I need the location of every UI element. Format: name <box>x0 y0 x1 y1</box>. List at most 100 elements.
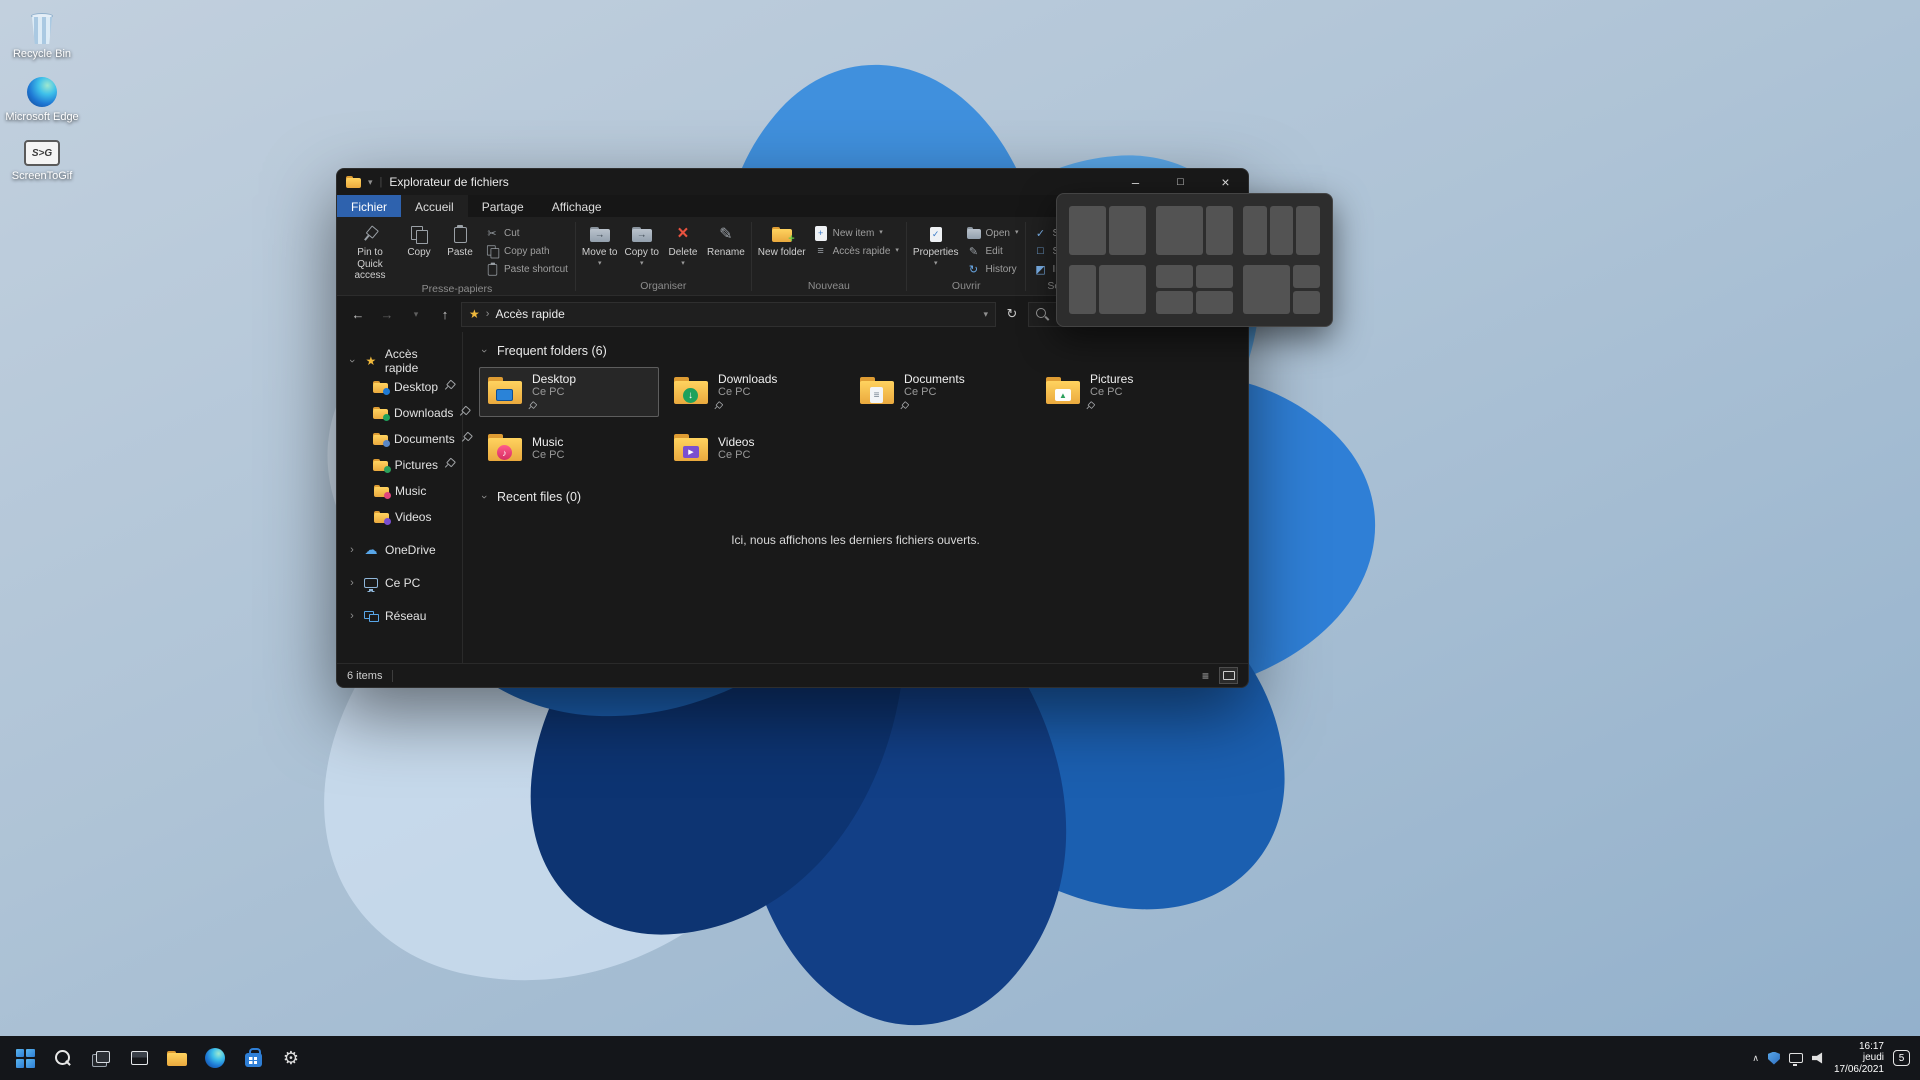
network-tray-icon[interactable] <box>1789 1053 1803 1063</box>
refresh-button[interactable]: ↻ <box>999 302 1025 326</box>
forward-button[interactable]: → <box>374 302 400 326</box>
close-button[interactable]: × <box>1203 169 1248 195</box>
large-icons-view-button[interactable] <box>1219 667 1238 684</box>
delete-button[interactable]: × Delete ▾ <box>663 220 703 279</box>
store-bag-icon <box>245 1053 262 1067</box>
settings-button[interactable]: ⚙ <box>272 1038 310 1078</box>
copy-path-button[interactable]: Copy path <box>481 243 572 259</box>
sidebar-item-pictures[interactable]: Pictures <box>337 452 462 478</box>
section-recent-files[interactable]: › Recent files (0) <box>479 490 1232 504</box>
snap-layout-option-wide-left[interactable] <box>1156 206 1233 255</box>
move-to-button[interactable]: → Move to ▾ <box>579 220 621 279</box>
history-button[interactable]: ↻ History <box>963 261 1023 277</box>
sidebar-item-onedrive[interactable]: › ☁ OneDrive <box>337 537 462 563</box>
desktop[interactable]: { "icons": { "back": "←", "forward": "→"… <box>0 0 1920 1080</box>
snap-layout-option-narrow-left[interactable] <box>1069 265 1146 314</box>
sidebar-item-network[interactable]: › Réseau <box>337 603 462 629</box>
move-to-icon: → <box>590 227 610 242</box>
ribbon-group-organise: → Move to ▾ → Copy to ▾ × Delete ▾ ✎ Ren… <box>576 218 751 295</box>
widgets-button[interactable] <box>120 1038 158 1078</box>
quick-access-toolbar-dropdown-icon[interactable]: ▾ <box>368 177 373 188</box>
delete-icon: × <box>677 223 688 245</box>
edge-button[interactable] <box>196 1038 234 1078</box>
recent-files-empty-message: Ici, nous affichons les derniers fichier… <box>479 533 1232 547</box>
volume-icon[interactable] <box>1812 1052 1825 1064</box>
collapse-chevron-icon[interactable]: › <box>347 577 357 589</box>
dropdown-arrow-icon: ▾ <box>1015 230 1019 236</box>
file-explorer-button[interactable] <box>158 1038 196 1078</box>
recent-locations-button[interactable]: ▾ <box>403 302 429 326</box>
store-button[interactable] <box>234 1038 272 1078</box>
section-frequent-folders[interactable]: › Frequent folders (6) <box>479 344 1232 358</box>
snap-layouts-flyout <box>1056 193 1333 327</box>
start-button[interactable] <box>6 1038 44 1078</box>
sidebar-item-downloads[interactable]: Downloads <box>337 400 462 426</box>
tab-partage[interactable]: Partage <box>468 195 538 217</box>
expand-chevron-icon[interactable]: › <box>347 355 357 367</box>
task-view-button[interactable] <box>82 1038 120 1078</box>
photo-icon: ▲ <box>1055 389 1071 401</box>
sidebar-item-desktop[interactable]: Desktop <box>337 374 462 400</box>
tab-affichage[interactable]: Affichage <box>538 195 616 217</box>
snap-layout-option-left-stacked-right[interactable] <box>1243 265 1320 314</box>
pin-icon <box>441 456 456 472</box>
copy-to-button[interactable]: → Copy to ▾ <box>622 220 662 279</box>
collapse-chevron-icon[interactable]: › <box>347 544 357 556</box>
section-chevron-icon[interactable]: › <box>479 345 489 357</box>
snap-layout-option-three-columns[interactable] <box>1243 206 1320 255</box>
dropdown-arrow-icon: ▾ <box>598 261 602 267</box>
properties-button[interactable]: ✓ Properties ▾ <box>910 220 962 279</box>
address-dropdown-icon[interactable]: ▾ <box>983 309 988 320</box>
widgets-icon <box>131 1051 148 1065</box>
sidebar-item-music[interactable]: Music <box>337 478 462 504</box>
paste-shortcut-button[interactable]: Paste shortcut <box>481 261 572 277</box>
windows-logo-icon <box>16 1049 35 1068</box>
folder-tile-music[interactable]: ♪ Music Ce PC <box>479 424 659 474</box>
folder-tile-desktop[interactable]: Desktop Ce PC <box>479 367 659 417</box>
back-button[interactable]: ← <box>345 302 371 326</box>
search-button[interactable] <box>44 1038 82 1078</box>
minimize-button[interactable]: – <box>1113 169 1158 195</box>
open-button[interactable]: Open ▾ <box>963 225 1023 241</box>
new-folder-button[interactable]: + New folder <box>755 220 809 279</box>
sidebar-item-documents[interactable]: Documents <box>337 426 462 452</box>
folder-tile-videos[interactable]: ▶ Videos Ce PC <box>665 424 845 474</box>
desktop-icon-recycle-bin[interactable]: Recycle Bin <box>4 12 80 61</box>
edit-button[interactable]: ✎ Edit <box>963 243 1023 259</box>
title-bar[interactable]: ▾ | Explorateur de fichiers – □ × <box>337 169 1248 195</box>
pin-to-quick-access-button[interactable]: Pin to Quick access <box>342 220 398 282</box>
easy-access-button[interactable]: ≡ Accès rapide ▾ <box>810 243 903 259</box>
details-view-button[interactable]: ≡ <box>1196 667 1215 684</box>
desktop-icon-screentogif[interactable]: S>G ScreenToGif <box>4 140 80 183</box>
hidden-icons-chevron[interactable]: ∧ <box>1752 1053 1759 1064</box>
cut-button[interactable]: ✂ Cut <box>481 225 572 241</box>
tab-fichier[interactable]: Fichier <box>337 195 401 217</box>
desktop-icon-edge[interactable]: Microsoft Edge <box>4 77 80 124</box>
collapse-chevron-icon[interactable]: › <box>347 610 357 622</box>
notification-count-badge[interactable]: 5 <box>1893 1050 1910 1066</box>
sidebar-item-videos[interactable]: Videos <box>337 504 462 530</box>
folder-tile-downloads[interactable]: ↓ Downloads Ce PC <box>665 367 845 417</box>
clock[interactable]: 16:17 jeudi 17/06/2021 <box>1834 1041 1884 1076</box>
address-bar[interactable]: ★ › Accès rapide ▾ <box>461 302 996 327</box>
folder-tile-pictures[interactable]: ▲ Pictures Ce PC <box>1037 367 1217 417</box>
snap-layout-option-quarters[interactable] <box>1156 265 1233 314</box>
sidebar-item-quick-access[interactable]: › ★ Accès rapide <box>337 348 462 374</box>
tab-accueil[interactable]: Accueil <box>401 195 468 217</box>
paste-icon <box>454 226 467 243</box>
security-shield-icon[interactable] <box>1768 1052 1780 1065</box>
new-item-button[interactable]: + New item ▾ <box>810 225 903 241</box>
snap-layout-option-two-columns[interactable] <box>1069 206 1146 255</box>
maximize-button[interactable]: □ <box>1158 169 1203 195</box>
section-chevron-icon[interactable]: › <box>479 491 489 503</box>
edit-icon: ✎ <box>967 245 981 258</box>
folder-tile-documents[interactable]: ≡ Documents Ce PC <box>851 367 1031 417</box>
copy-button[interactable]: Copy <box>399 220 439 282</box>
sidebar-item-this-pc[interactable]: › Ce PC <box>337 570 462 596</box>
up-button[interactable]: ↑ <box>432 302 458 326</box>
paste-button[interactable]: Paste <box>440 220 480 282</box>
desktop-icon-label: ScreenToGif <box>12 170 73 183</box>
clock-date: 17/06/2021 <box>1834 1064 1884 1076</box>
rename-button[interactable]: ✎ Rename <box>704 220 748 279</box>
breadcrumb-location[interactable]: Accès rapide <box>495 307 564 321</box>
